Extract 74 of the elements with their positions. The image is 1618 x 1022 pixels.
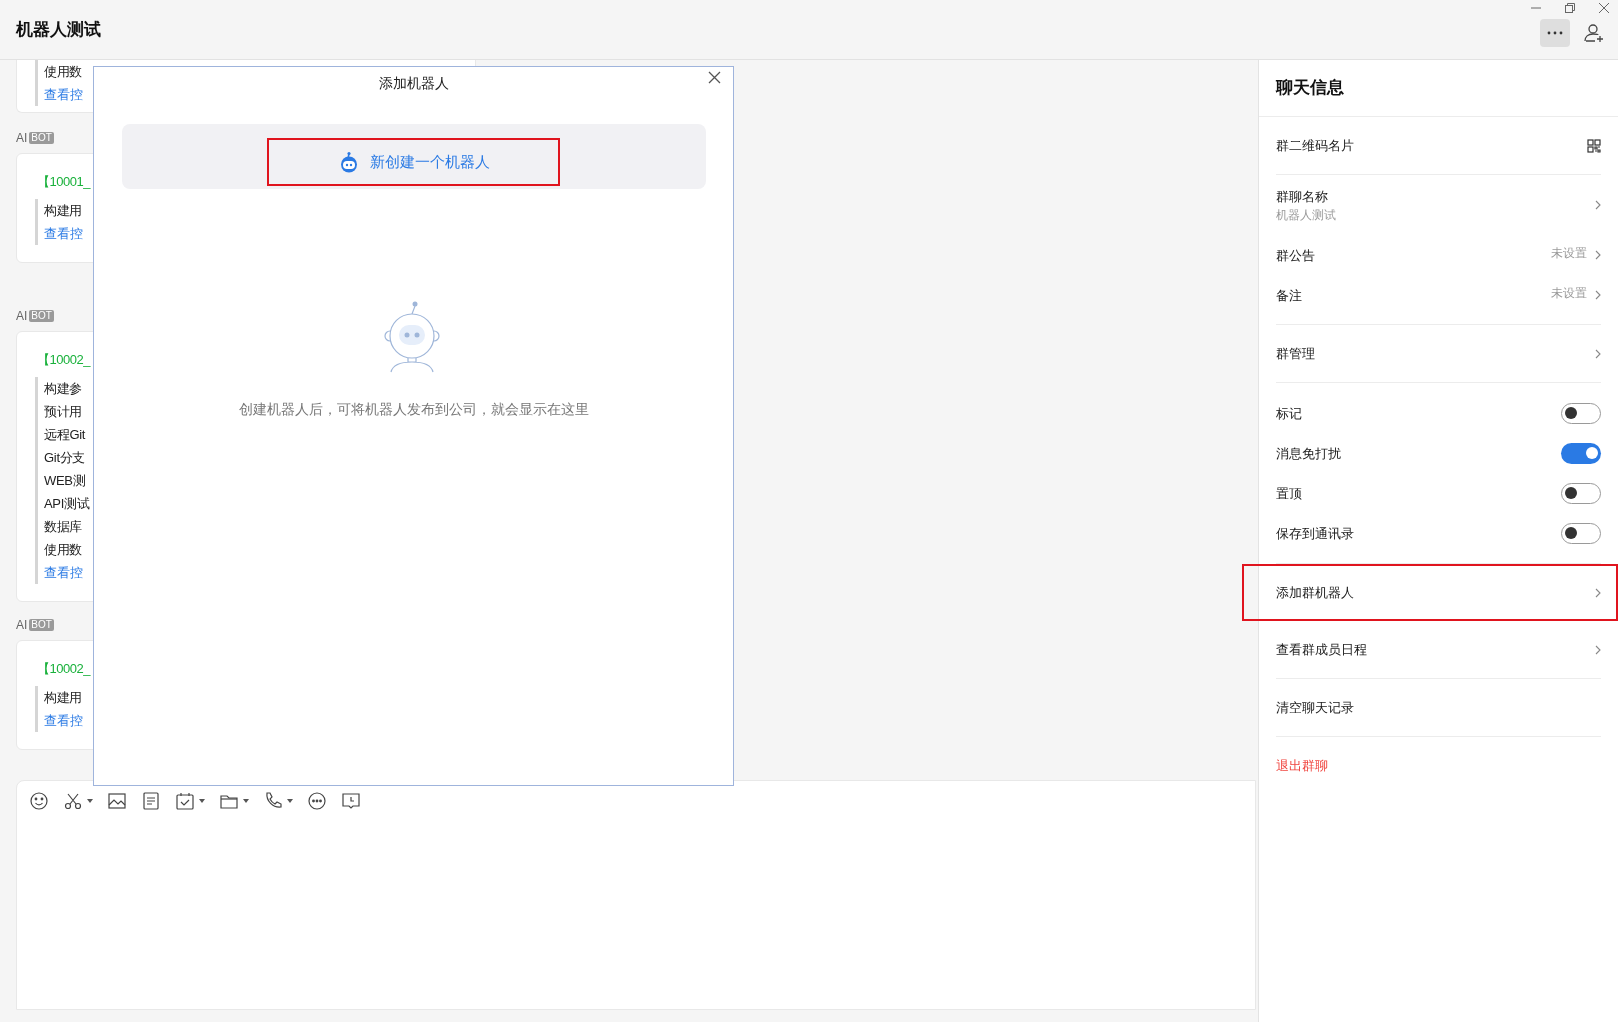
row-subtitle: 机器人测试: [1276, 206, 1336, 224]
row-label[interactable]: 查看群成员日程: [1276, 640, 1367, 659]
caret-icon[interactable]: [199, 799, 205, 803]
restore-icon[interactable]: [1564, 2, 1576, 14]
sender-name: AI: [16, 617, 28, 634]
chevron-right-icon: [1595, 200, 1601, 210]
window-title: 机器人测试: [16, 18, 101, 41]
toggle-switch[interactable]: [1561, 482, 1601, 504]
phone-icon[interactable]: [263, 791, 283, 811]
row-label: 置顶: [1276, 484, 1302, 503]
bot-badge: BOT: [29, 132, 54, 144]
message-line: 构建用: [44, 202, 83, 220]
message-line: WEB测: [44, 472, 86, 490]
message-heading: 【10002_: [37, 660, 90, 678]
message-input-box[interactable]: [16, 780, 1256, 1010]
row-label[interactable]: 添加群机器人: [1276, 583, 1354, 602]
more-icon[interactable]: [307, 791, 327, 811]
view-link[interactable]: 查看控: [44, 561, 83, 584]
toggle-switch[interactable]: [1561, 522, 1601, 544]
chevron-right-icon: [1595, 587, 1601, 598]
view-link[interactable]: 查看控: [44, 709, 83, 732]
image-icon[interactable]: [107, 791, 127, 811]
caret-icon[interactable]: [287, 799, 293, 803]
clock-message-icon[interactable]: [341, 791, 361, 811]
row-label[interactable]: 清空聊天记录: [1276, 698, 1354, 717]
row-label[interactable]: 群聊名称: [1276, 186, 1328, 206]
message-line: 数据库: [44, 518, 83, 536]
message-line: 构建用: [44, 689, 83, 707]
dialog-title: 添加机器人: [378, 74, 449, 93]
message-line: 使用数: [44, 63, 83, 81]
message-line: 构建参: [44, 380, 83, 398]
view-link[interactable]: 查看控: [44, 83, 83, 106]
row-label: 标记: [1276, 404, 1302, 423]
row-label: 消息免打扰: [1276, 444, 1341, 463]
row-value: 未设置: [1551, 245, 1587, 262]
close-icon[interactable]: [708, 71, 721, 84]
emoji-icon[interactable]: [29, 791, 49, 811]
message-line: API测试: [44, 495, 90, 513]
row-label[interactable]: 群管理: [1276, 344, 1315, 363]
bot-badge: BOT: [29, 310, 54, 322]
chevron-right-icon: [1595, 290, 1601, 300]
toggle-switch[interactable]: [1561, 442, 1601, 464]
chevron-right-icon: [1595, 644, 1601, 655]
row-label[interactable]: 退出群聊: [1276, 756, 1328, 775]
message-line: 预计用: [44, 403, 83, 421]
sender-name: AI: [16, 130, 28, 147]
row-label: 保存到通讯录: [1276, 524, 1354, 543]
add-user-icon[interactable]: [1584, 22, 1606, 43]
sender-name: AI: [16, 308, 28, 325]
view-link[interactable]: 查看控: [44, 222, 83, 245]
empty-state-text: 创建机器人后，可将机器人发布到公司，就会显示在这里: [238, 400, 589, 419]
row-value: 未设置: [1551, 285, 1587, 302]
close-icon[interactable]: [1598, 2, 1610, 14]
qr-code-icon[interactable]: [1587, 138, 1601, 153]
message-heading: 【10001_: [37, 173, 90, 191]
ellipsis-icon: [1547, 30, 1563, 35]
row-label[interactable]: 群二维码名片: [1276, 136, 1354, 155]
calendar-check-icon[interactable]: [175, 791, 195, 811]
caret-icon[interactable]: [243, 799, 249, 803]
message-line: 远程Git: [44, 426, 86, 444]
row-label[interactable]: 群公告: [1276, 245, 1315, 265]
toggle-switch[interactable]: [1561, 402, 1601, 424]
row-label[interactable]: 备注: [1276, 285, 1302, 305]
chevron-right-icon: [1595, 348, 1601, 359]
message-line: Git分支: [44, 449, 86, 467]
panel-title: 聊天信息: [1276, 77, 1344, 100]
chevron-right-icon: [1595, 250, 1601, 260]
create-robot-button[interactable]: 新创建一个机器人: [267, 138, 560, 186]
message-line: 使用数: [44, 541, 83, 559]
caret-icon[interactable]: [87, 799, 93, 803]
message-heading: 【10002_: [37, 351, 90, 369]
bot-badge: BOT: [29, 619, 54, 631]
document-icon[interactable]: [141, 791, 161, 811]
scissors-icon[interactable]: [63, 791, 83, 811]
